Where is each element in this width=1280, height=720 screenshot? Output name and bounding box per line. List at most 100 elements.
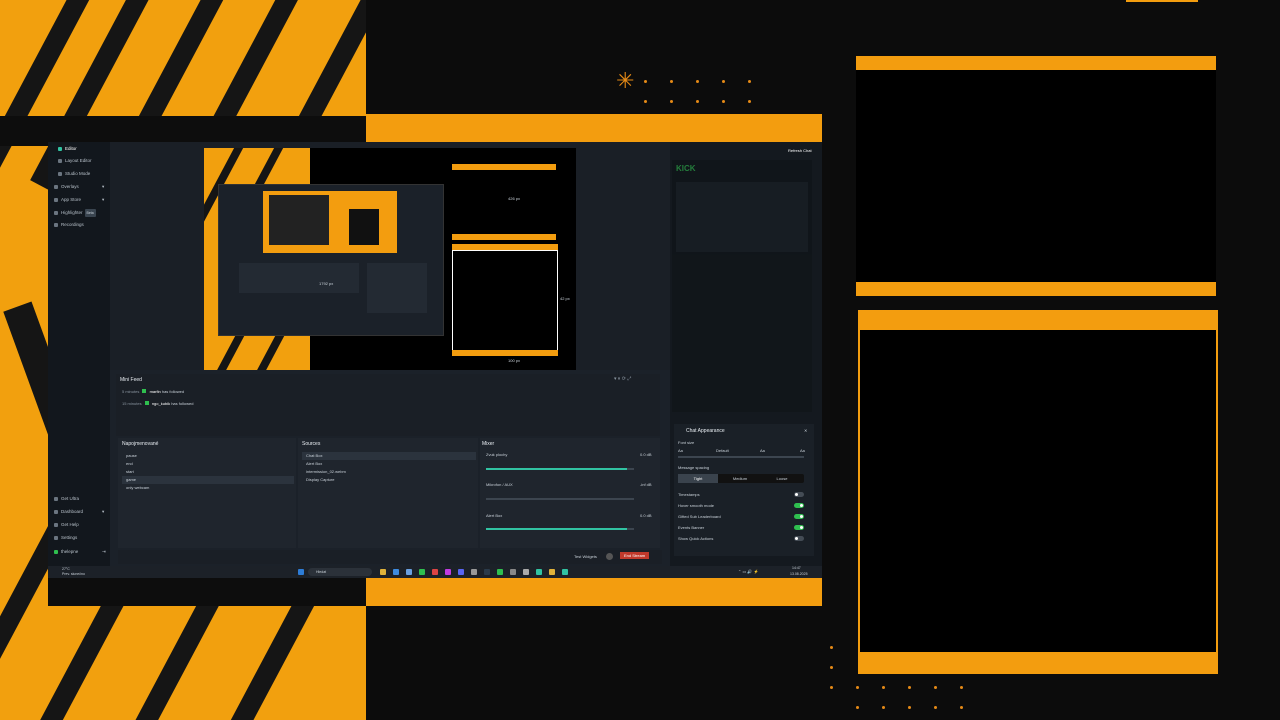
steam-icon[interactable] (484, 569, 490, 575)
sidebar-item-label: Settings (61, 535, 78, 540)
windows-start-icon[interactable] (298, 569, 304, 575)
browser-icon[interactable] (393, 569, 399, 575)
sidebar-item-label: Overlays (61, 184, 79, 189)
font-size-option[interactable]: Aa (760, 448, 765, 453)
spacing-tight[interactable]: Tight (678, 474, 718, 483)
frame-bottom-bar (856, 282, 1216, 296)
filter-icon[interactable]: ▾ ⏸ ⟳ ⤢ (614, 376, 631, 382)
toggle-icon[interactable] (606, 553, 613, 560)
volume-slider[interactable] (486, 498, 634, 500)
mini-feed: Mini Feed ▾ ⏸ ⟳ ⤢ 5 minutes marfin has f… (116, 374, 660, 436)
help-icon (54, 522, 58, 527)
scene-item[interactable]: end (122, 460, 294, 468)
chat-panel: Refresh Chat KICK Chat Appearance ✕ Font… (670, 142, 822, 566)
chat-embed: KICK (672, 160, 812, 412)
chat-appearance-title: Chat Appearance (686, 428, 725, 434)
volume-slider[interactable] (486, 468, 634, 470)
volume-slider[interactable] (486, 528, 634, 530)
dashboard-icon (54, 509, 58, 514)
nested-label: 1792 px (319, 281, 334, 286)
chevron-down-icon: ▾ (102, 509, 105, 514)
source-item[interactable]: Chat Box (302, 452, 476, 460)
mini-feed-title: Mini Feed (120, 377, 142, 383)
hover-smooth-toggle[interactable] (794, 503, 804, 508)
app-icon[interactable] (523, 569, 529, 575)
mixer-title: Mixer (482, 441, 495, 447)
quick-actions-toggle[interactable] (794, 536, 804, 541)
clock-time: 14:47 (792, 566, 801, 570)
sidebar-item-get-help[interactable]: Get Help (54, 521, 79, 529)
folder-icon[interactable] (380, 569, 386, 575)
sidebar-item-settings[interactable]: Settings (54, 534, 77, 542)
app-icon[interactable] (432, 569, 438, 575)
taskbar-search[interactable]: Hledat (308, 568, 372, 576)
sidebar-item-dashboard[interactable]: Dashboard ▾ (54, 508, 104, 516)
sidebar-item-overlays[interactable]: Overlays ▾ (54, 183, 104, 191)
source-item[interactable]: intermission_02.webm (302, 468, 476, 476)
events-banner-toggle[interactable] (794, 525, 804, 530)
sidebar-item-get-ultra[interactable]: Get Ultra (54, 495, 79, 503)
sidebar-item-account[interactable]: thelepne ⇥ (54, 548, 106, 556)
streaming-app-window: Editor Layout Editor Studio Mode Overlay… (48, 142, 822, 578)
overlays-icon (54, 184, 58, 189)
app-icon[interactable] (549, 569, 555, 575)
scene-preview[interactable]: 1792 px 426 px 42 px 100 px (204, 148, 576, 370)
scene-item[interactable]: start (122, 468, 294, 476)
sidebar-item-label: Get Help (61, 522, 79, 527)
app-icon[interactable] (510, 569, 516, 575)
source-item[interactable]: Display Capture (302, 476, 476, 484)
sidebar-item-label: Get Ultra (61, 496, 80, 501)
sidebar-item-label: Highlighter (61, 210, 83, 215)
selected-source-box[interactable] (452, 250, 558, 352)
spacing-loose[interactable]: Loose (762, 474, 802, 483)
spotify-icon[interactable] (419, 569, 425, 575)
sidebar-item-editor[interactable]: Editor (58, 145, 77, 153)
app-icon[interactable] (406, 569, 412, 575)
test-widgets-button[interactable]: Test Widgets (574, 554, 597, 559)
kick-logo: KICK (676, 164, 696, 173)
source-item[interactable]: Alert Box (302, 460, 476, 468)
sidebar-item-highlighter[interactable]: Highlighter Beta (54, 209, 96, 217)
sidebar-item-label: Recordings (61, 222, 84, 227)
store-icon (54, 197, 58, 202)
font-size-slider[interactable] (678, 456, 804, 458)
scenes-panel: Napojmenované pause end start game only … (118, 438, 296, 548)
end-stream-button[interactable]: End Stream (620, 552, 650, 559)
sidebar-item-label: Studio Mode (65, 171, 91, 176)
spacing-label: Message spacing (678, 465, 710, 470)
streamlabs-icon[interactable] (562, 569, 568, 575)
bottom-accent-bar (366, 578, 822, 606)
chat-appearance-popup: Chat Appearance ✕ Font size Aa Default A… (674, 424, 814, 556)
sidebar-item-studio-mode[interactable]: Studio Mode (58, 170, 90, 178)
logout-icon[interactable]: ⇥ (102, 548, 106, 556)
app-icon[interactable] (445, 569, 451, 575)
mixer-channel-name: Alert Box (486, 513, 503, 518)
timestamps-toggle[interactable] (794, 492, 804, 497)
beta-badge: Beta (84, 209, 96, 217)
editor-area: 1792 px 426 px 42 px 100 px (110, 142, 670, 370)
font-size-option[interactable]: Aa (678, 448, 683, 453)
font-size-option[interactable]: Aa (800, 448, 805, 453)
gifted-sub-toggle[interactable] (794, 514, 804, 519)
clock-date: 13.08.2025 (790, 572, 808, 576)
toggle-label: Hover smooth mode (678, 503, 715, 508)
close-icon[interactable]: ✕ (804, 428, 807, 433)
mixer-panel: Mixer Zvuk plochy 0.0 dB Mikrofon / AUX … (480, 438, 660, 548)
scene-item[interactable]: pause (122, 452, 294, 460)
studio-icon (58, 171, 62, 176)
sidebar-item-app-store[interactable]: App Store ▾ (54, 196, 104, 204)
spacing-medium[interactable]: Medium (720, 474, 760, 483)
app-icon[interactable] (471, 569, 477, 575)
refresh-chat-button[interactable]: Refresh Chat (788, 148, 812, 153)
discord-icon[interactable] (458, 569, 464, 575)
tray-icons[interactable]: ⌃ ▭ 🔊 ⚡ (738, 569, 758, 574)
mixer-channel-db: -inf dB (640, 482, 652, 487)
scene-item[interactable]: only webcam (122, 484, 294, 492)
sidebar-item-layout-editor[interactable]: Layout Editor (58, 157, 92, 165)
scene-item[interactable]: game (122, 476, 294, 484)
app-icon[interactable] (497, 569, 503, 575)
kick-icon (54, 549, 58, 554)
font-size-option[interactable]: Default (716, 448, 729, 453)
sidebar-item-recordings[interactable]: Recordings (54, 221, 84, 229)
app-icon[interactable] (536, 569, 542, 575)
